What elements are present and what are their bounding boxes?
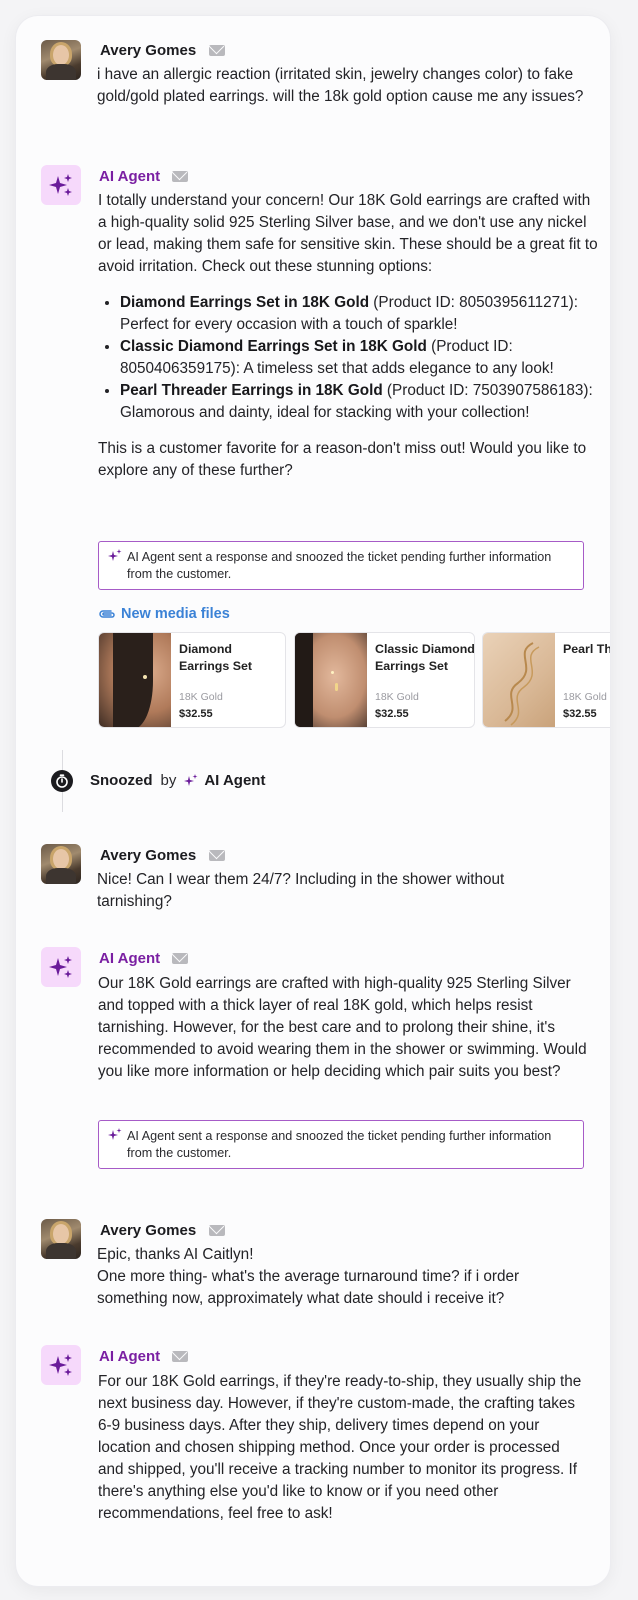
ai-agent-avatar — [41, 947, 81, 987]
notice-text: AI Agent sent a response and snoozed the… — [127, 550, 552, 581]
product-list-item: Diamond Earrings Set in 18K Gold (Produc… — [120, 292, 598, 336]
message-outro: This is a customer favorite for a reason… — [98, 440, 587, 479]
message-text: i have an allergic reaction (irritated s… — [97, 66, 584, 105]
product-list-item: Pearl Threader Earrings in 18K Gold (Pro… — [120, 380, 598, 424]
snooze-event: Snoozed by AI Agent — [90, 772, 265, 789]
agent-name[interactable]: AI Agent — [99, 950, 160, 967]
product-list-item: Classic Diamond Earrings Set in 18K Gold… — [120, 336, 598, 380]
snooze-actor[interactable]: AI Agent — [204, 772, 265, 789]
sparkles-icon — [108, 1128, 122, 1140]
product-list: Diamond Earrings Set in 18K Gold (Produc… — [98, 292, 598, 424]
snooze-by: by — [160, 772, 177, 789]
product-price: $32.55 — [375, 708, 409, 720]
envelope-icon — [209, 45, 225, 56]
snooze-notice: AI Agent sent a response and snoozed the… — [98, 1120, 584, 1169]
customer-name[interactable]: Avery Gomes — [100, 847, 196, 864]
customer-avatar[interactable] — [41, 40, 81, 80]
product-price: $32.55 — [563, 708, 597, 720]
sparkles-icon — [49, 1354, 72, 1376]
product-name: Diamond Earrings Set — [179, 642, 252, 673]
sparkles-icon — [49, 174, 72, 196]
product-image — [483, 633, 555, 727]
ai-agent-avatar — [41, 165, 81, 205]
product-card[interactable]: Diamond Earrings Set 18K Gold $32.55 — [98, 632, 286, 728]
snooze-status: Snoozed — [90, 772, 153, 789]
customer-name[interactable]: Avery Gomes — [100, 42, 196, 59]
snooze-notice: AI Agent sent a response and snoozed the… — [98, 541, 584, 590]
envelope-icon — [172, 1351, 188, 1362]
sparkles-icon — [108, 549, 122, 561]
message-line: One more thing- what's the average turna… — [97, 1268, 520, 1307]
customer-avatar[interactable] — [41, 1219, 81, 1259]
message-line: Epic, thanks AI Caitlyn! — [97, 1246, 254, 1263]
message-body: I totally understand your concern! Our 1… — [98, 190, 598, 482]
product-image — [295, 633, 367, 727]
product-variant: 18K Gold — [179, 691, 223, 703]
envelope-icon — [209, 1225, 225, 1236]
agent-name[interactable]: AI Agent — [99, 168, 160, 185]
sparkles-icon — [184, 773, 198, 786]
media-files-title[interactable]: New media files — [121, 606, 230, 622]
sparkles-icon — [49, 956, 72, 978]
customer-name[interactable]: Avery Gomes — [100, 1222, 196, 1239]
product-name: Pearl Threader Earrings — [563, 642, 610, 656]
conversation-panel: Avery Gomes i have an allergic reaction … — [16, 16, 610, 1586]
product-card[interactable]: Classic Diamond Earrings Set 18K Gold $3… — [294, 632, 475, 728]
envelope-icon — [172, 953, 188, 964]
message-text: Our 18K Gold earrings are crafted with h… — [98, 975, 587, 1080]
product-variant: 18K Gold — [563, 691, 607, 703]
message-text: Nice! Can I wear them 24/7? Including in… — [97, 871, 505, 910]
envelope-icon — [209, 850, 225, 861]
product-name: Classic Diamond Earrings Set — [375, 642, 475, 673]
product-price: $32.55 — [179, 708, 213, 720]
product-variant: 18K Gold — [375, 691, 419, 703]
message-text: For our 18K Gold earrings, if they're re… — [98, 1373, 582, 1522]
product-image — [99, 633, 171, 727]
envelope-icon — [172, 171, 188, 182]
message-text: Epic, thanks AI Caitlyn! One more thing-… — [97, 1244, 587, 1310]
message-intro: I totally understand your concern! Our 1… — [98, 192, 598, 275]
product-card[interactable]: Pearl Threader Earrings 18K Gold $32.55 — [482, 632, 610, 728]
customer-avatar[interactable] — [41, 844, 81, 884]
notice-text: AI Agent sent a response and snoozed the… — [127, 1129, 552, 1160]
media-files-link[interactable]: New media files — [98, 606, 230, 622]
stopwatch-icon — [51, 770, 73, 792]
paperclip-icon — [99, 610, 115, 618]
agent-name[interactable]: AI Agent — [99, 1348, 160, 1365]
ai-agent-avatar — [41, 1345, 81, 1385]
